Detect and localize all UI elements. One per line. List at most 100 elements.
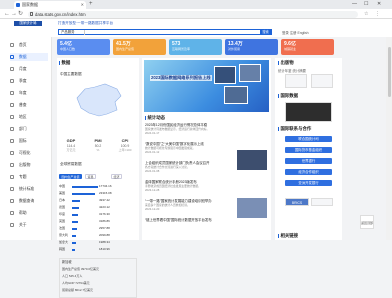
- back-to-top-button[interactable]: 返回顶部: [360, 215, 374, 229]
- cooperation-link-button[interactable]: 经济合作组织: [285, 169, 332, 175]
- sidebar-item[interactable]: 可视化: [10, 149, 48, 157]
- trade-bar-row[interactable]: 法国 2957.88: [59, 226, 137, 231]
- news-item[interactable]: 金砖国家联合统计手册2023版发布 手册收录成员国经济社会发展主要统计数据。 202…: [145, 180, 269, 192]
- stat-card[interactable]: 573 互联网普及率: [169, 39, 222, 55]
- trade-heading: 全球贸易数据: [60, 162, 82, 166]
- search-box[interactable]: 产品服务 搜索: [58, 29, 272, 36]
- publication-cover[interactable]: [285, 74, 307, 88]
- cooperation-link-button[interactable]: 联合国统计司: [285, 136, 332, 142]
- trade-bar-row[interactable]: 意大利 2099.88: [59, 233, 137, 238]
- tab-close-icon[interactable]: ✕: [81, 1, 84, 9]
- page-scrollbar[interactable]: [386, 37, 392, 240]
- sidebar-item[interactable]: 季度: [10, 77, 48, 85]
- news-date: 2024-01-08: [145, 169, 160, 174]
- search-button[interactable]: 搜索: [259, 29, 272, 36]
- site-logo[interactable]: 国家统计局: [14, 21, 42, 26]
- scrollbar-thumb[interactable]: [387, 47, 391, 97]
- sidebar-item[interactable]: 统计标准: [10, 185, 48, 193]
- news-item[interactable]: 2023年12月份国民经济运行情况总体平稳 国家统计局发布数据显示，经济运行总体回…: [145, 123, 269, 135]
- kpi-gdp[interactable]: GDP 114.4 万亿元: [60, 138, 82, 152]
- stat-card[interactable]: 5.4亿 中国人口数: [57, 39, 110, 55]
- news-thumbnail[interactable]: [237, 150, 267, 170]
- menu-icon[interactable]: ⋮: [375, 10, 380, 18]
- minimize-button[interactable]: —: [352, 1, 357, 8]
- feature-banner[interactable]: 2023国际数据网络系列报告上线: [144, 60, 269, 112]
- back-icon[interactable]: ←: [4, 10, 10, 18]
- publication-cover[interactable]: [311, 74, 333, 88]
- news-title: “链上世界看中国”国际统计数据开放平台发布: [145, 218, 212, 222]
- forward-icon[interactable]: →: [11, 10, 17, 18]
- stat-card-label: 对外贸易: [228, 47, 241, 51]
- stat-card[interactable]: 13.4万 对外贸易: [225, 39, 278, 55]
- trade-bar: [72, 192, 96, 195]
- country-card[interactable]: 新加坡 国内生产总值 3970.0亿美元 人口 545.4万人 人均GDP 7279…: [59, 258, 137, 298]
- sidebar-item[interactable]: 月度: [10, 65, 48, 73]
- intl-data-image[interactable]: [285, 102, 332, 122]
- trade-filter-tab[interactable]: 贸易: [85, 174, 97, 179]
- related-links-heading: 相关链接: [278, 233, 299, 239]
- close-window-button[interactable]: ✕: [377, 1, 381, 8]
- trade-bar: [72, 220, 78, 223]
- stat-card[interactable]: 41.5万 国内生产总值: [113, 39, 166, 55]
- trade-bar: [72, 248, 76, 251]
- trade-bar-row[interactable]: 加拿大 1988.34: [59, 240, 137, 245]
- browser-tab[interactable]: 国家数据 ✕: [14, 1, 86, 9]
- sidebar-item[interactable]: 年度: [10, 89, 48, 97]
- sidebar-item[interactable]: 部门: [10, 125, 48, 133]
- stat-card[interactable]: 9.6亿 城镇就业: [281, 39, 334, 55]
- trade-value: 17734.16: [99, 184, 112, 188]
- sidebar-item[interactable]: 地区: [10, 113, 48, 121]
- trade-value: 2099.88: [99, 233, 110, 237]
- sidebar-item[interactable]: 数据: [10, 53, 48, 61]
- sidebar-item[interactable]: 关于: [10, 221, 48, 229]
- sidebar-item-label: 部门: [19, 127, 27, 131]
- news-thumbnail[interactable]: [237, 198, 267, 218]
- trade-bar-row[interactable]: 英国 3186.86: [59, 219, 137, 224]
- nav-icon: [10, 199, 14, 203]
- cooperation-link-button[interactable]: 世界银行: [285, 158, 332, 164]
- sidebar-item[interactable]: 专题: [10, 173, 48, 181]
- cooperation-link-button[interactable]: 国际货币基金组织: [285, 147, 332, 153]
- china-data-heading: 中国主要数据: [60, 72, 82, 76]
- publication-tabs[interactable]: 统计年鉴 统计摘要: [278, 68, 306, 73]
- china-map[interactable]: [71, 80, 125, 120]
- partner-logo[interactable]: [311, 198, 333, 206]
- header-links[interactable]: 登录 注册 English: [282, 30, 309, 35]
- sidebar-item[interactable]: 国际: [10, 137, 48, 145]
- kpi-pmi[interactable]: PMI 50.2 %: [87, 138, 109, 152]
- brics-logo[interactable]: BRICS: [285, 198, 309, 206]
- sidebar-item[interactable]: 首页: [10, 41, 48, 49]
- trade-bar-row[interactable]: 美国 23315.08: [59, 191, 137, 196]
- trade-filter-tab[interactable]: 经济: [111, 174, 123, 179]
- lock-icon: [30, 12, 33, 16]
- kpi-cpi[interactable]: CPI 100.9 上年=100: [114, 138, 136, 152]
- reload-icon[interactable]: ↻: [18, 10, 23, 18]
- new-tab-button[interactable]: +: [89, 1, 93, 8]
- news-item[interactable]: “一带一路”国家统计发展能力建设培训班举办 来自多个国家的统计人员参加培训。 202…: [145, 199, 235, 211]
- trade-bar-row[interactable]: 印度 3176.30: [59, 212, 137, 217]
- maximize-button[interactable]: ☐: [364, 1, 368, 8]
- trade-bar-row[interactable]: 德国 4223.12: [59, 205, 137, 210]
- star-icon[interactable]: ☆: [364, 10, 368, 18]
- trade-filter-tab[interactable]: 国内生产总值: [59, 174, 83, 179]
- trade-bar-row[interactable]: 韩国 1810.96: [59, 247, 137, 252]
- sidebar-item-label: 专题: [19, 175, 27, 179]
- country-name: 中国: [59, 184, 66, 188]
- address-bar[interactable]: data.stats.gov.cn/index.htm: [28, 10, 358, 18]
- sidebar-item[interactable]: 普查: [10, 101, 48, 109]
- trade-value: 4937.42: [99, 198, 110, 202]
- sidebar-item[interactable]: 数据查询: [10, 197, 48, 205]
- news-item[interactable]: “链上世界看中国”国际统计数据开放平台发布: [145, 218, 269, 222]
- sidebar-item-label: 年度: [19, 91, 27, 95]
- country-name: 英国: [59, 219, 66, 223]
- sidebar-item[interactable]: 出版物: [10, 161, 48, 169]
- news-item[interactable]: “数说中国”之“大美中国”数字化展示上线 统计数据可视化专题展示中国发展成就。 20…: [145, 142, 235, 154]
- trade-bar-row[interactable]: 中国 17734.16: [59, 184, 137, 189]
- stat-card-label: 中国人口数: [60, 47, 76, 51]
- browser-titlebar: 国家数据 ✕ + — ☐ ✕: [0, 0, 392, 9]
- sidebar-item[interactable]: 帮助: [10, 209, 48, 217]
- cooperation-link-button[interactable]: 亚洲开发银行: [285, 180, 332, 186]
- banner-photo: [239, 64, 261, 82]
- trade-bar-row[interactable]: 日本 4937.42: [59, 198, 137, 203]
- search-scope-select[interactable]: 产品服务: [59, 30, 85, 35]
